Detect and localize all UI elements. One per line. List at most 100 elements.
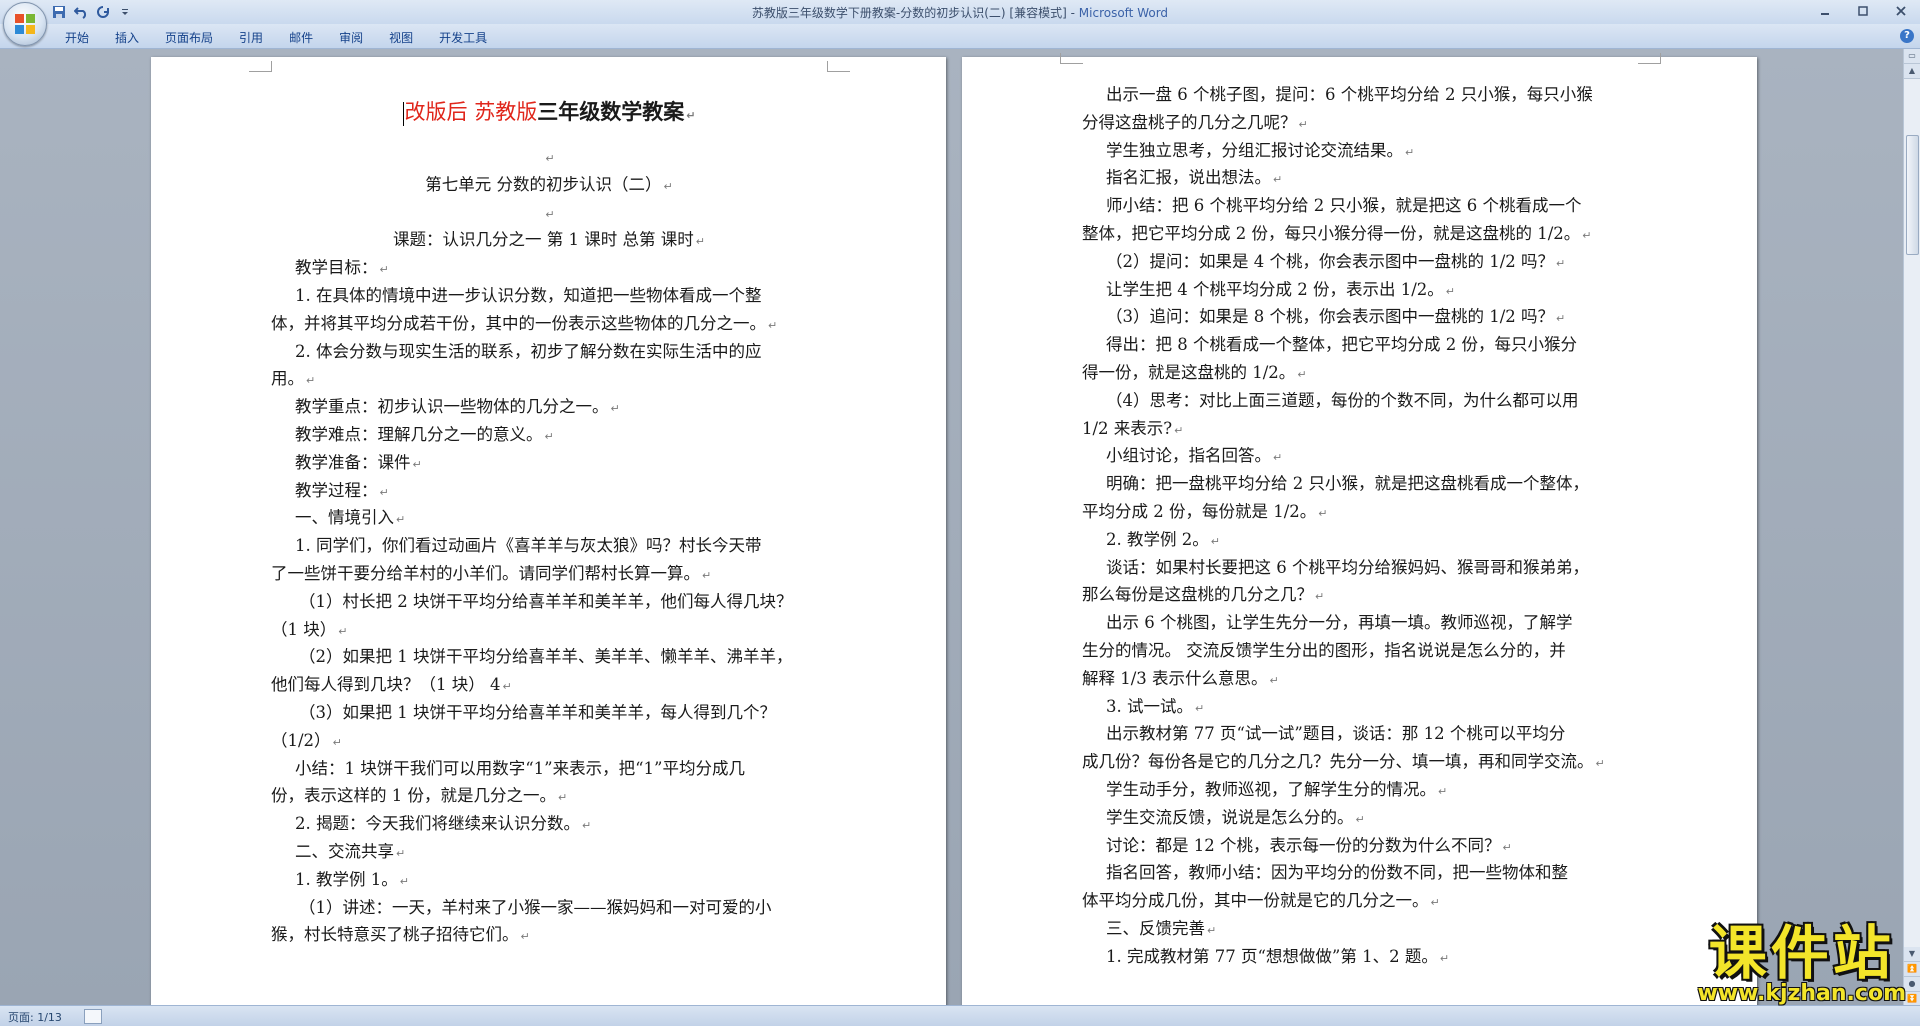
window-controls	[1806, 0, 1920, 22]
watermark: 课件站 www.kjzhan.com	[1697, 923, 1906, 1005]
paragraph-mark: ↵	[338, 624, 348, 638]
tab-6[interactable]: 视图	[376, 24, 426, 48]
previous-page-icon[interactable]: ⏫	[1904, 962, 1920, 977]
line-text: （2）提问：如果是 4 个桃，你会表示图中一盘桃的 1/2 吗？	[1106, 251, 1555, 271]
tab-4[interactable]: 邮件	[276, 24, 326, 48]
office-button[interactable]	[3, 2, 47, 46]
line-text: 2. 揭题：今天我们将继续来认识分数。	[295, 814, 580, 834]
app-name: Microsoft Word	[1078, 6, 1169, 20]
text-line: 让学生把 4 个桃平均分成 2 份，表示出 1/2。 ↵	[1082, 276, 1642, 304]
text-line: 讨论：都是 12 个桃，表示每一份的分数为什么不同？ ↵	[1082, 832, 1642, 860]
text-line: 他们每人得到几块？（1 块） 4 ↵	[271, 671, 827, 699]
paragraph-mark: ↵	[379, 485, 389, 499]
tab-3[interactable]: 引用	[226, 24, 276, 48]
text-line: 谈话：如果村长要把这 6 个桃平均分给猴妈妈、猴哥哥和猴弟弟，	[1082, 554, 1642, 582]
text-line: 师小结：把 6 个桃平均分给 2 只小猴，就是把这 6 个桃看成一个	[1082, 192, 1642, 220]
paragraph-mark: ↵	[1445, 284, 1455, 298]
text-line: 2. 教学例 2。 ↵	[1082, 526, 1642, 554]
line-text: 体，并将其平均分成若干份，其中的一份表示这些物体的几分之一。	[271, 313, 766, 333]
text-line: （3）如果把 1 块饼干平均分给喜羊羊和美羊羊，每人得到几个？	[271, 699, 827, 727]
line-text: （1 块）	[271, 619, 337, 639]
line-text: 1/2 来表示?	[1082, 418, 1173, 438]
page-1-paragraphs: ↵ 第七单元 分数的初步认识（二） ↵ ↵ 课题：认识几分之一 第 1 课时 总第 课时…	[271, 143, 827, 949]
help-icon[interactable]: ?	[1900, 29, 1914, 43]
line-text: 第七单元 分数的初步认识（二）	[425, 174, 662, 194]
line-text: 份，表示这样的 1 份，就是几分之一。	[271, 786, 556, 806]
text-line: 1. 在具体的情境中进一步认识分数，知道把一些物体看成一个整	[271, 282, 827, 310]
scrollbar-thumb[interactable]	[1906, 135, 1919, 255]
paragraph-mark: ↵	[1438, 784, 1448, 798]
text-line: 指名汇报，说出想法。 ↵	[1082, 164, 1642, 192]
text-line: 1. 同学们，你们看过动画片《喜羊羊与灰太狼》吗？村长今天带	[271, 532, 827, 560]
text-line: 2. 揭题：今天我们将继续来认识分数。 ↵	[271, 810, 827, 838]
paragraph-mark: ↵	[1439, 951, 1450, 965]
minimize-button[interactable]	[1806, 0, 1844, 22]
vertical-scrollbar[interactable]: ▭ ▲ ▼ ⏫ ● ⏬	[1903, 49, 1920, 1007]
text-line: 分得这盘桃子的几分之几呢？ ↵	[1082, 109, 1642, 137]
page-2-content[interactable]: 出示一盘 6 个桃子图，提问：6 个桃平均分给 2 只小猴，每只小猴 分得这盘桃子…	[1082, 81, 1642, 971]
paragraph-mark: ↵	[306, 374, 316, 388]
paragraph-mark: ↵	[1430, 896, 1440, 910]
document-page-2[interactable]: 出示一盘 6 个桃子图，提问：6 个桃平均分给 2 只小猴，每只小猴 分得这盘桃子…	[962, 53, 1757, 1005]
status-bar: 页面: 1/13	[0, 1005, 1920, 1026]
scroll-down-icon[interactable]: ▼	[1904, 947, 1920, 962]
text-line: 解释 1/3 表示什么意思。 ↵	[1082, 665, 1642, 693]
paragraph-mark: ↵	[332, 735, 342, 749]
paragraph-mark: ↵	[1556, 312, 1566, 326]
crop-mark	[827, 61, 850, 72]
scroll-up-icon[interactable]: ▲	[1904, 64, 1920, 79]
document-workspace[interactable]: 改版后 苏教版三年级数学教案 ↵ ↵ 第七单元 分数的初步认识（二） ↵ ↵ 课题：认识几…	[0, 49, 1904, 1005]
line-text: 让学生把 4 个桃平均分成 2 份，表示出 1/2。	[1106, 279, 1444, 299]
text-line: ↵	[271, 199, 827, 227]
tab-1[interactable]: 插入	[102, 24, 152, 48]
watermark-url: www.kjzhan.com	[1697, 981, 1906, 1006]
tab-0[interactable]: 开始	[52, 24, 102, 48]
proofing-status-icon[interactable]	[84, 1009, 102, 1024]
paragraph-mark: ↵	[1582, 228, 1592, 242]
paragraph-mark: ↵	[1556, 256, 1566, 270]
tab-5[interactable]: 审阅	[326, 24, 376, 48]
paragraph-mark: ↵	[695, 235, 705, 249]
line-text: 学生交流反馈，说说是怎么分的。	[1106, 807, 1354, 827]
title-bar: 苏教版三年级数学下册教案-分数的初步认识(二) [兼容模式] - Microso…	[0, 0, 1920, 46]
line-text: 体平均分成几份，其中一份就是它的几分之一。	[1082, 891, 1429, 911]
paragraph-mark: ↵	[1195, 701, 1205, 715]
paragraph-mark: ↵	[1207, 923, 1217, 937]
text-line: 教学过程： ↵	[271, 477, 827, 505]
tab-2[interactable]: 页面布局	[152, 24, 226, 48]
ruler-toggle-icon[interactable]: ▭	[1904, 49, 1920, 64]
page-indicator[interactable]: 页面: 1/13	[8, 1009, 62, 1025]
maximize-button[interactable]	[1844, 0, 1882, 22]
text-line: （3）追问：如果是 8 个桃，你会表示图中一盘桃的 1/2 吗？ ↵	[1082, 303, 1642, 331]
paragraph-mark: ↵	[1502, 840, 1512, 854]
line-text: 师小结：把 6 个桃平均分给 2 只小猴，就是把这 6 个桃看成一个	[1106, 196, 1582, 216]
tab-7[interactable]: 开发工具	[426, 24, 500, 48]
text-line: 生分的情况。 交流反馈学生分出的图形，指名说说是怎么分的，并	[1082, 637, 1642, 665]
paragraph-mark: ↵	[1405, 145, 1415, 159]
paragraph-mark: ↵	[1297, 367, 1307, 381]
paragraph-mark: ↵	[582, 819, 592, 833]
paragraph-mark: ↵	[544, 429, 554, 443]
select-browse-object-icon[interactable]: ●	[1904, 977, 1920, 992]
document-page-1[interactable]: 改版后 苏教版三年级数学教案 ↵ ↵ 第七单元 分数的初步认识（二） ↵ ↵ 课题：认识几…	[151, 57, 946, 1005]
paragraph-mark: ↵	[379, 263, 389, 277]
line-text: 学生独立思考，分组汇报讨论交流结果。	[1106, 140, 1403, 160]
line-text: （1）讲述：一天，羊村来了小猴一家——猴妈妈和一对可爱的小	[299, 897, 772, 917]
page-2-paragraphs: 出示一盘 6 个桃子图，提问：6 个桃平均分给 2 只小猴，每只小猴 分得这盘桃子…	[1082, 81, 1642, 971]
document-name: 苏教版三年级数学下册教案-分数的初步认识(二) [兼容模式]	[751, 6, 1067, 20]
line-text: 1. 在具体的情境中进一步认识分数，知道把一些物体看成一个整	[295, 285, 762, 305]
paragraph-mark: ↵	[610, 402, 620, 416]
close-button[interactable]	[1882, 0, 1920, 22]
line-text: （4）思考：对比上面三道题，每份的个数不同，为什么都可以用	[1106, 390, 1579, 410]
line-text: 教学重点：初步认识一些物体的几分之一。	[295, 397, 609, 417]
ribbon-tabs: 开始 插入 页面布局 引用 邮件 审阅 视图 开发工具	[52, 24, 500, 48]
line-text: 教学准备：课件	[295, 452, 411, 472]
line-text: 平均分成 2 份，每份就是 1/2。	[1082, 501, 1317, 521]
text-line: 学生交流反馈，说说是怎么分的。 ↵	[1082, 804, 1642, 832]
text-line: （4）思考：对比上面三道题，每份的个数不同，为什么都可以用	[1082, 387, 1642, 415]
paragraph-mark: ↵	[545, 152, 555, 165]
paragraph-mark: ↵	[663, 179, 673, 193]
line-text: 谈话：如果村长要把这 6 个桃平均分给猴妈妈、猴哥哥和猴弟弟，	[1106, 557, 1589, 577]
page-1-content[interactable]: 改版后 苏教版三年级数学教案 ↵ ↵ 第七单元 分数的初步认识（二） ↵ ↵ 课题：认识几…	[271, 85, 827, 949]
line-text: 1. 教学例 1。	[295, 869, 398, 889]
